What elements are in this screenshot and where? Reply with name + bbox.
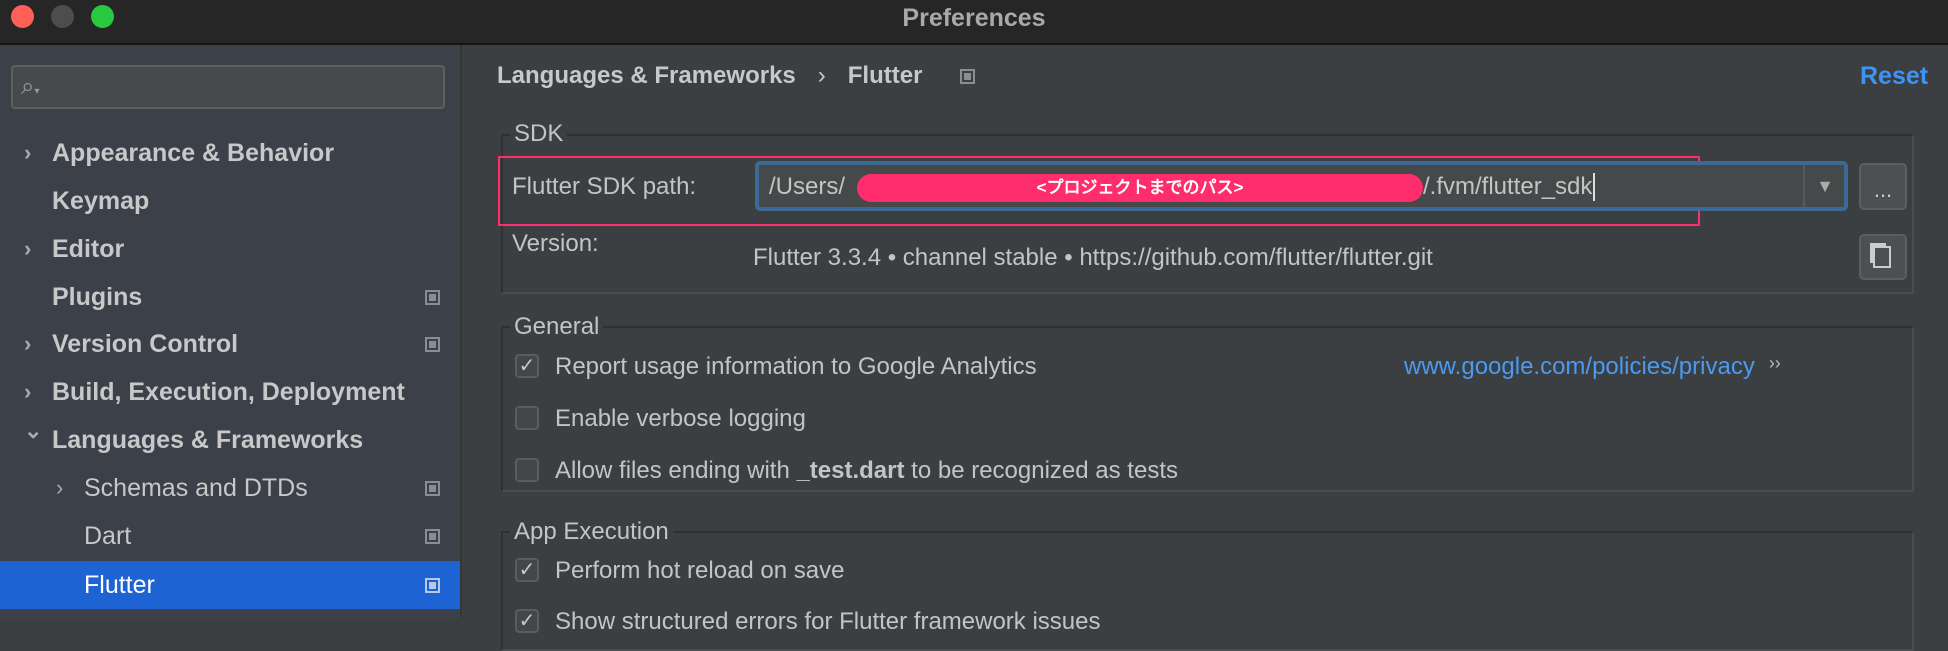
sdk-path-prefix: /Users/ <box>769 173 846 200</box>
breadcrumb-item[interactable]: Languages & Frameworks <box>497 62 796 90</box>
title-bar: Preferences <box>0 0 1948 45</box>
project-level-icon <box>425 337 440 352</box>
project-level-icon <box>425 481 440 496</box>
sidebar-item-flutter[interactable]: Flutter <box>0 561 460 609</box>
sdk-path-label: Flutter SDK path: <box>512 173 697 200</box>
project-level-icon <box>960 68 976 84</box>
breadcrumb: Languages & Frameworks › Flutter <box>497 62 976 90</box>
label-bold-text: _test.dart <box>796 457 905 484</box>
test-files-checkbox[interactable] <box>515 458 539 482</box>
sidebar-item-appearance-behavior[interactable]: › Appearance & Behavior <box>0 129 460 177</box>
settings-search-input[interactable]: ⌕▾ <box>11 65 445 109</box>
app-execution-group-label: App Execution <box>510 518 673 546</box>
chevron-right-icon[interactable]: › <box>24 140 31 166</box>
sidebar-item-keymap[interactable]: Keymap <box>0 177 460 225</box>
label-text: Allow files ending with <box>555 457 797 484</box>
project-level-icon <box>425 529 440 544</box>
sidebar-item-label: Flutter <box>84 570 155 599</box>
sidebar-item-schemas-and-dtds[interactable]: › Schemas and DTDs <box>0 464 460 512</box>
hot-reload-checkbox[interactable]: ✓ <box>515 558 539 582</box>
verbose-logging-label: Enable verbose logging <box>555 405 806 432</box>
sdk-path-suffix: /.fvm/flutter_sdk <box>1423 173 1596 201</box>
copy-version-button[interactable] <box>1859 234 1907 280</box>
chevron-right-icon[interactable]: › <box>56 475 63 501</box>
hot-reload-label: Perform hot reload on save <box>555 557 845 584</box>
structured-errors-checkbox[interactable]: ✓ <box>515 609 539 633</box>
dropdown-arrow-icon[interactable]: ▼ <box>1803 165 1845 207</box>
label-text: to be recognized as tests <box>904 457 1178 484</box>
reset-link[interactable]: Reset <box>1860 62 1928 91</box>
version-label: Version: <box>512 230 599 257</box>
verbose-logging-checkbox[interactable] <box>515 406 539 430</box>
sidebar-item-build-execution-deployment[interactable]: › Build, Execution, Deployment <box>0 368 460 416</box>
window-title: Preferences <box>902 4 1046 32</box>
test-files-label: Allow files ending with _test.dart to be… <box>555 457 1178 485</box>
project-level-icon <box>425 290 440 305</box>
search-icon: ⌕▾ <box>21 73 40 100</box>
sidebar-item-label: Schemas and DTDs <box>84 473 308 502</box>
version-value: Flutter 3.3.4 • channel stable • https:/… <box>753 244 1433 271</box>
sidebar-item-label: Plugins <box>52 282 143 311</box>
browse-sdk-button[interactable]: ... <box>1859 163 1907 210</box>
privacy-link[interactable]: www.google.com/policies/privacy ›› <box>1404 353 1781 381</box>
sidebar-item-label: Build, Execution, Deployment <box>52 377 405 406</box>
sidebar-item-label: Appearance & Behavior <box>52 138 335 167</box>
chevron-right-icon[interactable]: › <box>24 379 31 405</box>
sidebar-item-plugins[interactable]: Plugins <box>0 273 460 321</box>
breadcrumb-current: Flutter <box>847 62 923 89</box>
sidebar-item-label: Keymap <box>52 186 150 215</box>
sidebar-item-label: Editor <box>52 234 125 263</box>
report-usage-checkbox[interactable]: ✓ <box>515 354 539 378</box>
project-level-icon <box>425 578 440 593</box>
external-link-icon: ›› <box>1768 353 1781 373</box>
sidebar-item-dart[interactable]: Dart <box>0 512 460 560</box>
sidebar-item-label: Dart <box>84 521 132 550</box>
report-usage-label: Report usage information to Google Analy… <box>555 353 1037 380</box>
privacy-link-text[interactable]: www.google.com/policies/privacy <box>1404 353 1755 380</box>
redaction-overlay: <プロジェクトまでのパス> <box>857 174 1423 202</box>
chevron-right-icon[interactable]: › <box>24 236 31 262</box>
sidebar-item-languages-frameworks[interactable]: ⌄ Languages & Frameworks <box>0 416 460 464</box>
copy-icon <box>1873 246 1891 268</box>
chevron-down-icon[interactable]: ⌄ <box>24 418 42 444</box>
sidebar-item-editor[interactable]: › Editor <box>0 225 460 273</box>
breadcrumb-separator-icon: › <box>817 62 826 89</box>
structured-errors-label: Show structured errors for Flutter frame… <box>555 608 1101 635</box>
sidebar-item-label: Version Control <box>52 329 239 358</box>
chevron-right-icon[interactable]: › <box>24 331 31 357</box>
sidebar-item-version-control[interactable]: › Version Control <box>0 320 460 368</box>
general-group-label: General <box>510 313 604 341</box>
sdk-group-label: SDK <box>510 120 568 148</box>
sdk-path-combobox[interactable]: /Users/ <プロジェクトまでのパス> /.fvm/flutter_sdk … <box>755 161 1848 211</box>
sidebar-item-label: Languages & Frameworks <box>52 425 364 454</box>
